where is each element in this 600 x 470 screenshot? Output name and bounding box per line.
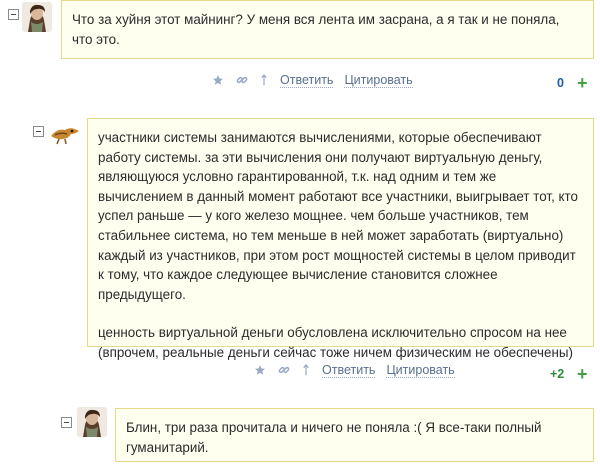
link-icon[interactable] (236, 74, 248, 86)
comment-text: Блин, три раза прочитала и ничего не пон… (126, 420, 542, 455)
comment-body: Блин, три раза прочитала и ничего не пон… (115, 408, 594, 462)
reply-link[interactable]: Ответить (322, 363, 376, 378)
link-icon[interactable] (278, 364, 290, 376)
avatar[interactable] (77, 407, 107, 437)
upvote-plus-button[interactable]: + (577, 74, 588, 92)
comment-text: участники системы занимаются вычислениям… (98, 130, 578, 302)
comment-body: Что за хуйня этот майнинг? У меня вся ле… (61, 0, 594, 59)
comment-text: ценность виртуальной деньги обусловлена … (98, 325, 573, 360)
quote-link[interactable]: Цитировать (344, 73, 413, 88)
avatar-image (77, 407, 107, 437)
avatar[interactable] (22, 2, 52, 32)
upvote-plus-button[interactable]: + (577, 365, 588, 383)
avatar-image (22, 2, 52, 32)
star-icon[interactable] (212, 74, 224, 86)
comment-score: 0 (557, 76, 564, 90)
comment-score: +2 (550, 367, 565, 381)
star-icon[interactable] (254, 364, 266, 376)
arrow-up-icon[interactable] (302, 364, 310, 376)
comment-body: участники системы занимаются вычислениям… (87, 118, 594, 360)
arrow-up-icon[interactable] (260, 74, 268, 86)
comment-actions: Ответить Цитировать (254, 362, 466, 378)
reply-link[interactable]: Ответить (280, 73, 334, 88)
quote-link[interactable]: Цитировать (386, 363, 455, 378)
avatar-image (49, 122, 81, 146)
collapse-toggle[interactable] (61, 417, 72, 428)
collapse-toggle[interactable] (8, 9, 19, 20)
collapse-toggle[interactable] (33, 126, 44, 137)
comment-text: Что за хуйня этот майнинг? У меня вся ле… (72, 12, 560, 47)
avatar[interactable] (49, 122, 81, 146)
comment-actions: Ответить Цитировать (212, 72, 424, 88)
